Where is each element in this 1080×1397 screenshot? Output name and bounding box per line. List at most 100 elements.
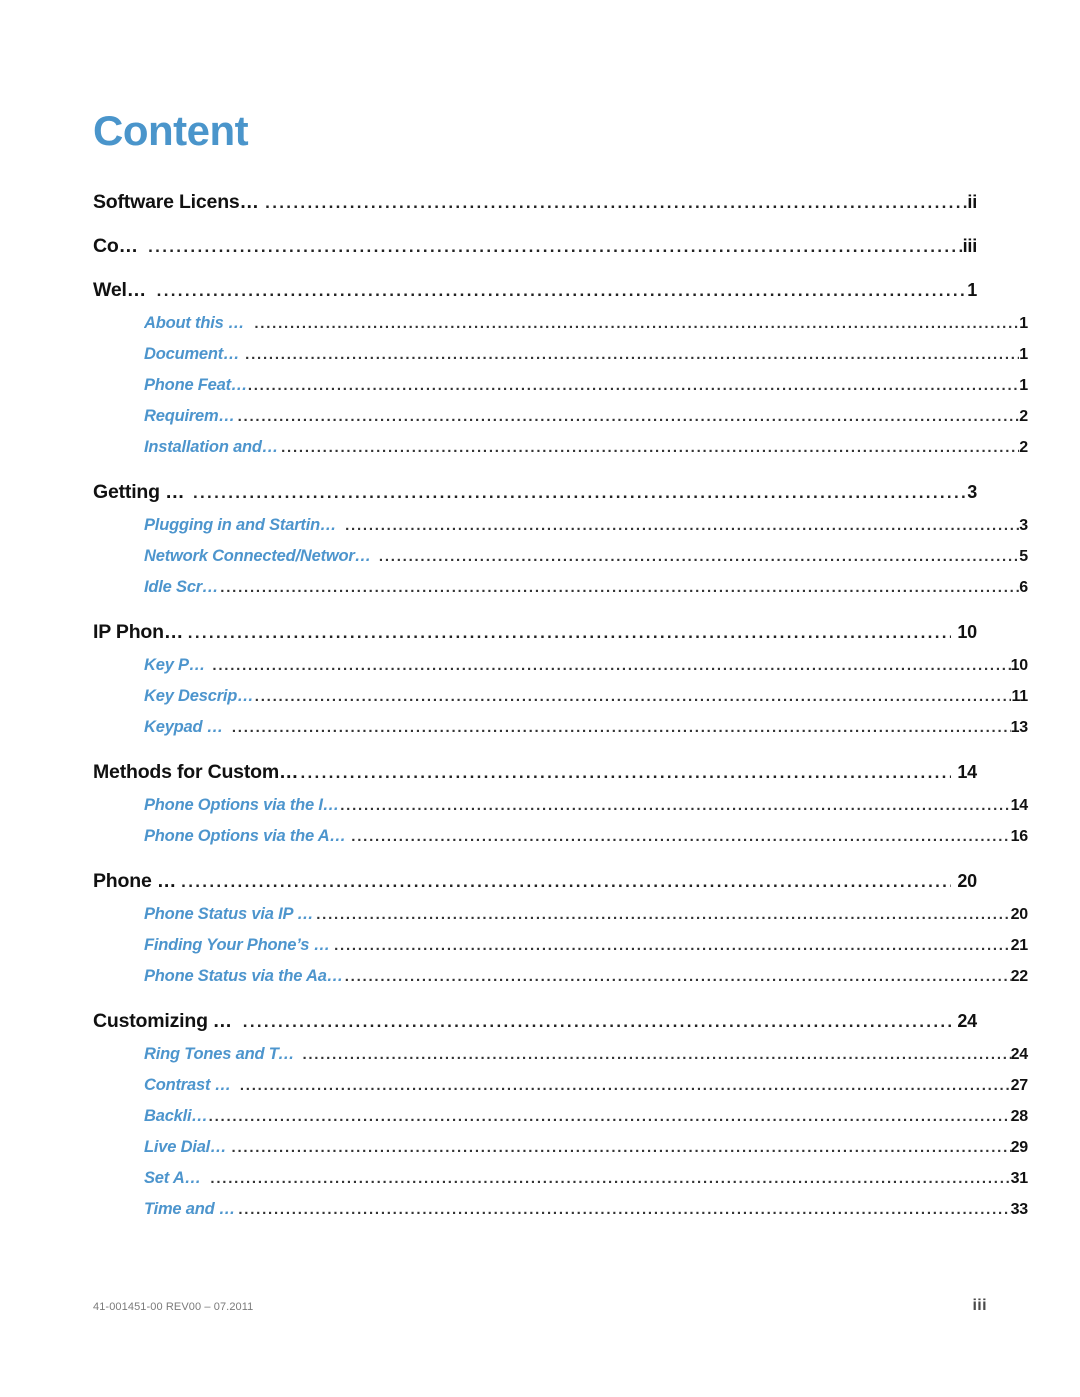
toc-dot-leader — [181, 873, 951, 893]
toc-dot-leader — [316, 907, 1010, 924]
toc-entry-page-number: 21 — [1010, 937, 1029, 954]
toc-entry-page-number: 16 — [1010, 828, 1029, 845]
toc-dot-leader — [379, 549, 1019, 566]
toc-entry-level1[interactable]: Getting Started 3 — [93, 481, 977, 504]
toc-dot-leader — [157, 282, 968, 302]
toc-entry-level2[interactable]: Phone Options via the IP Phone UI 14 — [144, 796, 1028, 815]
toc-dot-leader — [254, 316, 1019, 333]
toc-entry-level2[interactable]: Set Audio 31 — [144, 1169, 1028, 1188]
toc-entry-level2[interactable]: Network Connected/Network Disconnected 5 — [144, 547, 1028, 566]
toc-dot-leader — [210, 1171, 1010, 1188]
toc-entry-level2[interactable]: Time and Date 33 — [144, 1200, 1028, 1219]
toc-entry-label: Phone Status via the Aastra Web UI — [144, 967, 345, 985]
table-of-contents: Software License Agreement ii Content iii We… — [93, 191, 1028, 1219]
toc-entry-page-number: 1 — [1019, 377, 1028, 394]
toc-entry-page-number: 14 — [1010, 797, 1029, 814]
toc-entry-level1[interactable]: Content iii — [93, 235, 977, 258]
toc-entry-page-number: 3 — [1019, 517, 1028, 534]
toc-entry-page-number: 10 — [957, 622, 977, 642]
toc-dot-leader — [243, 1013, 952, 1033]
toc-entry-level2[interactable]: Idle Screen 6 — [144, 578, 1028, 597]
toc-entry-page-number: 24 — [957, 1011, 977, 1031]
toc-dot-leader — [238, 409, 1020, 426]
toc-entry-level2[interactable]: Keypad Keys 13 — [144, 718, 1028, 737]
toc-dot-leader — [255, 689, 1012, 706]
toc-entry-page-number: 20 — [1010, 906, 1029, 923]
toc-dot-leader — [300, 764, 951, 784]
toc-entry-level1[interactable]: Phone Status 20 — [93, 870, 977, 893]
toc-entry-page-number: 1 — [1019, 315, 1028, 332]
toc-dot-leader — [240, 1078, 1011, 1095]
toc-entry-page-number: 27 — [1010, 1077, 1029, 1094]
toc-entry-page-number: 13 — [1010, 719, 1029, 736]
toc-entry-level2[interactable]: Backlight 28 — [144, 1107, 1028, 1126]
toc-entry-level1[interactable]: Customizing Your Phone 24 — [93, 1010, 977, 1033]
toc-entry-level1[interactable]: IP Phone Keys 10 — [93, 621, 977, 644]
toc-entry-page-number: 20 — [957, 871, 977, 891]
toc-entry-page-number: 2 — [1019, 439, 1028, 456]
toc-entry-level2[interactable]: Contrast Level 27 — [144, 1076, 1028, 1095]
toc-entry-label: Phone Options via the Aastra Web UI — [144, 827, 351, 845]
toc-entry-label: Getting Started — [93, 481, 193, 503]
toc-entry-label: Key Descriptions — [144, 687, 255, 705]
toc-entry-label: Plugging in and Starting the Phone — [144, 516, 345, 534]
toc-entry-label: Phone Features — [144, 376, 248, 394]
toc-dot-leader — [248, 378, 1019, 395]
toc-entry-level2[interactable]: Requirements 2 — [144, 407, 1028, 426]
toc-entry-level2[interactable]: Phone Options via the Aastra Web UI 16 — [144, 827, 1028, 846]
toc-entry-label: Finding Your Phone’s IP Address — [144, 936, 334, 954]
toc-entry-level2[interactable]: Live Dialpad* 29 — [144, 1138, 1028, 1157]
toc-entry-page-number: 28 — [1010, 1108, 1029, 1125]
toc-entry-level2[interactable]: Finding Your Phone’s IP Address 21 — [144, 936, 1028, 955]
toc-entry-level2[interactable]: Phone Features 1 — [144, 376, 1028, 395]
toc-entry-page-number: 6 — [1019, 579, 1028, 596]
toc-entry-label: Network Connected/Network Disconnected — [144, 547, 379, 565]
toc-entry-label: Set Audio — [144, 1169, 210, 1187]
toc-dot-leader — [209, 1109, 1011, 1126]
toc-entry-label: Phone Status via IP Phone UI — [144, 905, 317, 923]
toc-entry-page-number: 14 — [957, 762, 977, 782]
toc-entry-level2[interactable]: Installation and Setup 2 — [144, 438, 1028, 457]
document-page: Content Software License Agreement ii Cont… — [0, 0, 1080, 1397]
toc-entry-page-number: 24 — [1010, 1046, 1029, 1063]
toc-entry-page-number: 29 — [1010, 1139, 1029, 1156]
toc-dot-leader — [281, 440, 1019, 457]
toc-entry-level1[interactable]: Welcome 1 — [93, 279, 977, 302]
toc-entry-level2[interactable]: Key Panel 10 — [144, 656, 1028, 675]
toc-entry-label: Ring Tones and Tone Sets — [144, 1045, 302, 1063]
toc-dot-leader — [351, 829, 1010, 846]
toc-entry-label: Time and Date — [144, 1200, 239, 1218]
footer-page-number: iii — [972, 1297, 987, 1314]
toc-entry-label: Phone Options via the IP Phone UI — [144, 796, 340, 814]
toc-entry-page-number: 22 — [1010, 968, 1029, 985]
toc-entry-label: About this Guide — [144, 314, 254, 332]
toc-entry-label: Live Dialpad* — [144, 1138, 232, 1156]
page-footer: 41-001451-00 REV00 – 07.2011 iii — [93, 1297, 987, 1315]
toc-entry-page-number: iii — [962, 236, 978, 256]
toc-entry-label: Keypad Keys — [144, 718, 232, 736]
page-title: Content — [93, 107, 249, 155]
toc-dot-leader — [232, 1140, 1011, 1157]
toc-entry-page-number: 1 — [967, 280, 977, 300]
toc-entry-level2[interactable]: Ring Tones and Tone Sets 24 — [144, 1045, 1028, 1064]
toc-entry-label: Welcome — [93, 279, 157, 301]
toc-dot-leader — [302, 1047, 1010, 1064]
toc-entry-label: Backlight — [144, 1107, 209, 1125]
toc-entry-level2[interactable]: Documentation 1 — [144, 345, 1028, 364]
toc-dot-leader — [245, 347, 1019, 364]
toc-dot-leader — [265, 194, 967, 214]
toc-entry-level2[interactable]: Key Descriptions 11 — [144, 687, 1028, 706]
toc-entry-level2[interactable]: Phone Status via IP Phone UI 20 — [144, 905, 1028, 924]
toc-entry-label: IP Phone Keys — [93, 621, 188, 643]
toc-dot-leader — [340, 798, 1010, 815]
toc-entry-level2[interactable]: About this Guide 1 — [144, 314, 1028, 333]
toc-entry-page-number: ii — [967, 192, 977, 212]
toc-entry-level2[interactable]: Phone Status via the Aastra Web UI 22 — [144, 967, 1028, 986]
toc-entry-level1[interactable]: Methods for Customizing Your Phone 14 — [93, 761, 977, 784]
toc-entry-level2[interactable]: Plugging in and Starting the Phone 3 — [144, 516, 1028, 535]
toc-entry-label: Installation and Setup — [144, 438, 281, 456]
toc-entry-page-number: 5 — [1019, 548, 1028, 565]
toc-entry-page-number: 2 — [1019, 408, 1028, 425]
toc-dot-leader — [212, 658, 1010, 675]
toc-entry-level1[interactable]: Software License Agreement ii — [93, 191, 977, 214]
